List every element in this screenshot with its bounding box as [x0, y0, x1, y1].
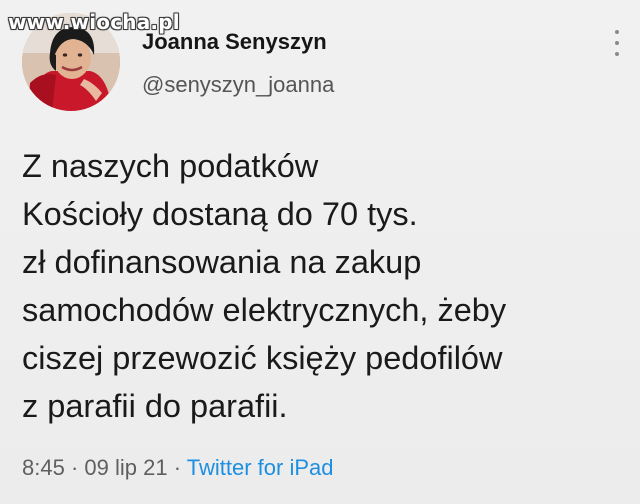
- meta-separator: ·: [173, 455, 182, 480]
- tweet-meta: 8:45 · 09 lip 21 · Twitter for iPad: [22, 455, 333, 481]
- author-handle[interactable]: @senyszyn_joanna: [142, 72, 334, 98]
- tweet-text-line: z parafii do parafii.: [22, 388, 288, 424]
- meta-separator: ·: [70, 455, 79, 480]
- more-options-icon[interactable]: [606, 30, 628, 56]
- tweet-text-line: Z naszych podatków: [22, 148, 319, 184]
- tweet-text: Z naszych podatków Kościoły dostaną do 7…: [22, 142, 632, 430]
- tweet-text-line: ciszej przewozić księży pedofilów: [22, 340, 503, 376]
- more-dot: [615, 30, 619, 34]
- more-dot: [615, 52, 619, 56]
- tweet-text-line: zł dofinansowania na zakup: [22, 244, 422, 280]
- tweet-card: www.wiocha.pl Joanna Senyszyn @senyszyn_…: [0, 0, 640, 504]
- tweet-date[interactable]: 09 lip 21: [84, 455, 167, 480]
- watermark: www.wiocha.pl: [8, 10, 180, 34]
- tweet-source-link[interactable]: Twitter for iPad: [187, 455, 334, 480]
- more-dot: [615, 41, 619, 45]
- tweet-text-line: Kościoły dostaną do 70 tys.: [22, 196, 418, 232]
- tweet-text-line: samochodów elektrycznych, żeby: [22, 292, 507, 328]
- tweet-time[interactable]: 8:45: [22, 455, 65, 480]
